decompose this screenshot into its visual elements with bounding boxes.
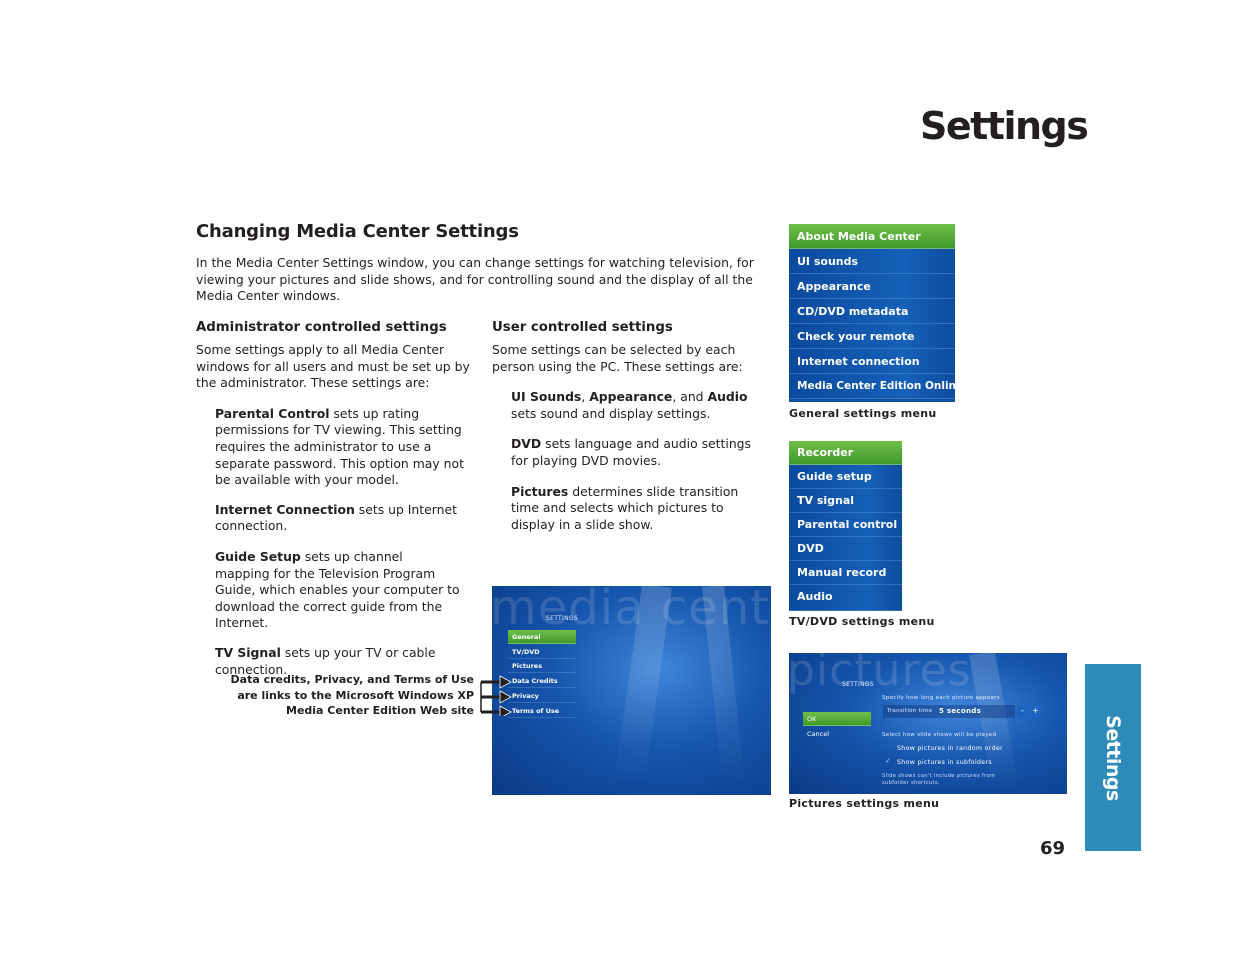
- term: Guide Setup: [215, 548, 301, 564]
- cancel-button[interactable]: Cancel: [803, 727, 871, 741]
- chapter-side-tab: Settings: [1085, 664, 1141, 851]
- general-menu-caption: General settings menu: [789, 407, 937, 420]
- slideshow-note: Slide shows can't include pictures from …: [882, 773, 996, 786]
- slideshow-prompt: Select how slide shows will be played: [882, 732, 997, 738]
- watermark-text: media center: [492, 586, 771, 636]
- pictures-settings-screenshot: pictures SETTINGS OK Cancel Specify how …: [789, 653, 1067, 794]
- pictures-menu-caption: Pictures settings menu: [789, 797, 940, 810]
- menu-item-recorder[interactable]: Recorder: [789, 441, 902, 465]
- menu-item-parental-control[interactable]: Parental control: [789, 513, 902, 537]
- tvdvd-settings-menu: Recorder Guide setup TV signal Parental …: [789, 441, 902, 611]
- menu-item-manual-record[interactable]: Manual record: [789, 561, 902, 585]
- settings-item-privacy[interactable]: Privacy: [508, 689, 576, 703]
- menu-item-guide-setup[interactable]: Guide setup: [789, 465, 902, 489]
- admin-item-guide: Guide Setup sets up channel mapping for …: [215, 549, 460, 632]
- admin-column: Some settings apply to all Media Center …: [196, 342, 476, 678]
- menu-item-cd-dvd-metadata[interactable]: CD/DVD metadata: [789, 299, 955, 324]
- sep: , and: [672, 389, 708, 405]
- term: Internet Connection: [215, 501, 355, 517]
- desc: sets language and audio settings for pla…: [511, 436, 752, 468]
- general-settings-menu: About Media Center UI sounds Appearance …: [789, 224, 955, 402]
- menu-item-audio[interactable]: Audio: [789, 585, 902, 611]
- settings-item-pictures[interactable]: Pictures: [508, 659, 576, 673]
- admin-item-parental: Parental Control sets up rating permissi…: [215, 406, 477, 489]
- admin-heading: Administrator controlled settings: [196, 320, 447, 335]
- menu-item-internet-connection[interactable]: Internet connection: [789, 349, 955, 374]
- menu-item-ui-sounds[interactable]: UI sounds: [789, 249, 955, 274]
- user-column: Some settings can be selected by each pe…: [492, 342, 772, 533]
- section-intro: In the Media Center Settings window, you…: [196, 255, 754, 304]
- decrease-button[interactable]: -: [1017, 705, 1028, 718]
- menu-item-appearance[interactable]: Appearance: [789, 274, 955, 299]
- transition-prompt: Specify how long each picture appears: [882, 695, 1000, 701]
- ok-button[interactable]: OK: [803, 712, 871, 726]
- menu-item-mce-online[interactable]: Media Center Edition Online: [789, 374, 955, 399]
- term: DVD: [511, 436, 542, 452]
- settings-item-terms[interactable]: Terms of Use: [508, 704, 576, 718]
- tvdvd-menu-caption: TV/DVD settings menu: [789, 615, 935, 628]
- user-intro: Some settings can be selected by each pe…: [492, 342, 743, 374]
- user-item-pictures: Pictures determines slide transition tim…: [511, 484, 761, 534]
- term: TV Signal: [215, 644, 281, 660]
- menu-item-about[interactable]: About Media Center: [789, 224, 955, 249]
- term: Parental Control: [215, 405, 330, 421]
- term: UI Sounds: [511, 389, 582, 405]
- admin-intro: Some settings apply to all Media Center …: [196, 342, 470, 391]
- settings-item-data-credits[interactable]: Data Credits: [508, 674, 576, 688]
- page-title: Settings: [920, 104, 1089, 148]
- transition-label: Transition time: [887, 708, 933, 714]
- user-item-dvd: DVD sets language and audio settings for…: [511, 436, 766, 469]
- arrow-right-icon: [481, 690, 512, 704]
- links-annotation: Data credits, Privacy, and Terms of Use …: [230, 673, 474, 718]
- term: Pictures: [511, 483, 569, 499]
- arrow-right-icon: [481, 675, 512, 689]
- desc: sets sound and display settings.: [511, 405, 711, 421]
- settings-item-tvdvd[interactable]: TV/DVD: [508, 645, 576, 659]
- checkmark-icon: ✓: [885, 757, 892, 765]
- section-heading: Changing Media Center Settings: [196, 221, 519, 242]
- term: Audio: [707, 389, 748, 405]
- arrow-right-icon: [481, 705, 512, 716]
- term: Appearance: [589, 389, 673, 405]
- settings-label: SETTINGS: [842, 681, 874, 688]
- annotation-arrows: [480, 675, 512, 716]
- transition-time-field[interactable]: Transition time 5 seconds: [883, 705, 1015, 718]
- option-random-order[interactable]: Show pictures in random order: [897, 745, 1003, 752]
- increase-button[interactable]: +: [1030, 705, 1041, 718]
- settings-screenshot: media center SETTINGS General TV/DVD Pic…: [492, 586, 771, 795]
- transition-value: 5 seconds: [939, 707, 982, 715]
- menu-item-dvd[interactable]: DVD: [789, 537, 902, 561]
- admin-item-internet: Internet Connection sets up Internet con…: [215, 502, 477, 535]
- watermark-text: pictures: [789, 653, 972, 696]
- settings-label: SETTINGS: [546, 615, 578, 622]
- settings-item-general[interactable]: General: [508, 630, 576, 644]
- user-item-sounds: UI Sounds, Appearance, and Audio sets so…: [511, 389, 773, 422]
- page-number: 69: [1040, 838, 1066, 859]
- user-heading: User controlled settings: [492, 320, 673, 335]
- menu-item-check-remote[interactable]: Check your remote: [789, 324, 955, 349]
- side-tab-label: Settings: [1102, 714, 1124, 801]
- menu-item-tv-signal[interactable]: TV signal: [789, 489, 902, 513]
- option-subfolders[interactable]: Show pictures in subfolders: [897, 759, 992, 766]
